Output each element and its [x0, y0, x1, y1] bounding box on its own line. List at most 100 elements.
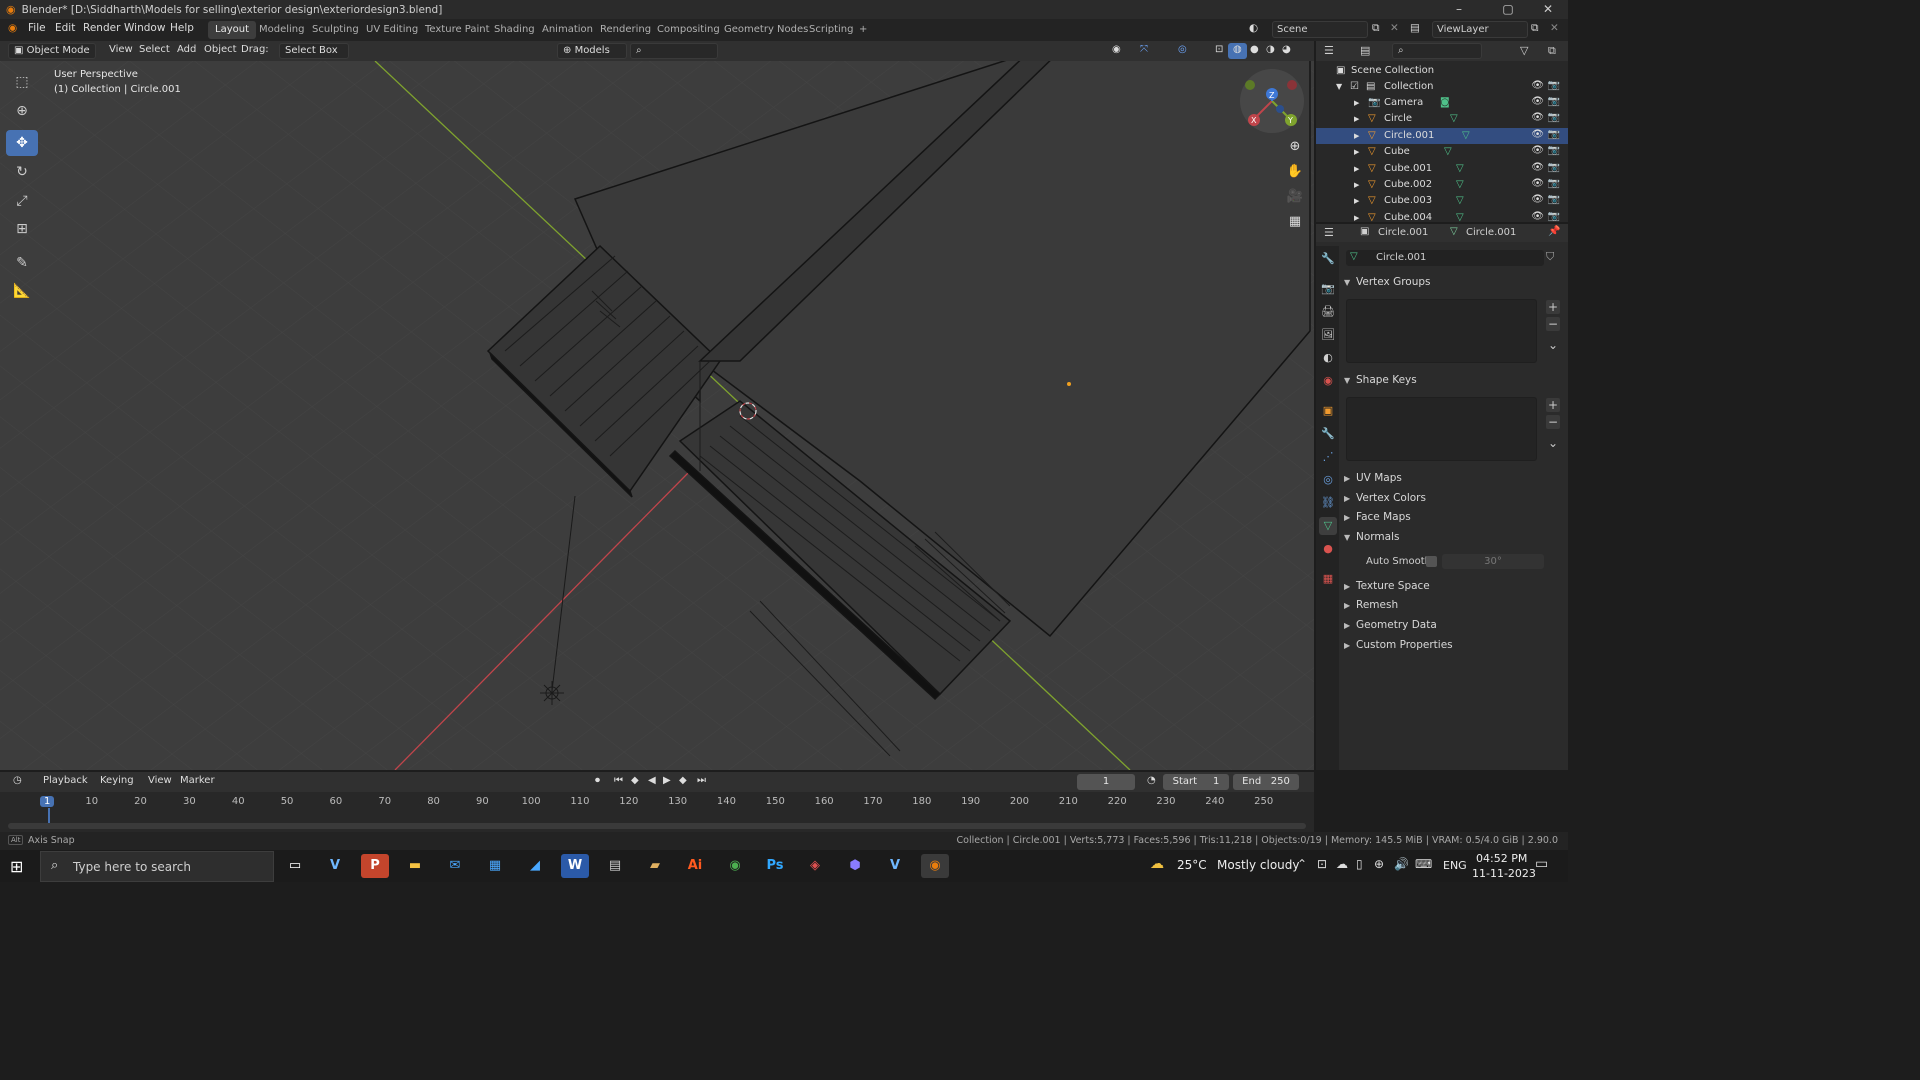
section-vertex-colors[interactable]: ▶ Vertex Colors	[1344, 492, 1564, 510]
outliner-item[interactable]: ▶ ▽ Cube.002 ▽ 👁 📷	[1316, 177, 1568, 193]
scene-tab-icon[interactable]: ◐	[1319, 349, 1337, 367]
menu-render[interactable]: Render	[83, 22, 120, 34]
tab-compositing[interactable]: Compositing	[650, 21, 727, 39]
menu-select[interactable]: Select	[134, 43, 175, 59]
eye-icon[interactable]: 👁	[1531, 162, 1544, 173]
camera-render-icon[interactable]: 📷	[1548, 145, 1560, 156]
store-icon[interactable]: ▦	[481, 854, 509, 878]
expand-arrow-icon[interactable]: ▶	[1354, 148, 1359, 156]
mesh-name-field[interactable]: ▽ Circle.001	[1346, 250, 1544, 266]
modifier-tab-icon[interactable]: 🔧	[1319, 425, 1337, 443]
menu-edit[interactable]: Edit	[55, 22, 75, 34]
maximize-button[interactable]: ▢	[1486, 0, 1530, 19]
mesh-data-icon[interactable]: ▽	[1456, 163, 1464, 174]
scene-selector[interactable]: Scene	[1272, 21, 1368, 38]
shape-keys-list[interactable]	[1346, 397, 1537, 461]
mesh-data-tab-icon[interactable]: ▽	[1319, 517, 1337, 535]
v-app-icon[interactable]: V	[321, 854, 349, 878]
eye-icon[interactable]: 👁	[1531, 194, 1544, 205]
menu-help[interactable]: Help	[170, 22, 194, 34]
search-field[interactable]: ⌕	[630, 43, 718, 59]
camera-data-icon[interactable]: ◙	[1440, 97, 1450, 108]
tab-animation[interactable]: Animation	[535, 21, 600, 39]
section-vertex-groups[interactable]: ▼ Vertex Groups	[1344, 276, 1564, 294]
menu-view[interactable]: View	[104, 43, 138, 59]
display-mode-icon[interactable]: ▤	[1360, 44, 1370, 57]
view-layer-new-icon[interactable]: ⧉	[1531, 22, 1539, 35]
battery-icon[interactable]: ▯	[1356, 857, 1363, 871]
pin-icon[interactable]: 📌	[1548, 226, 1560, 237]
timeline-scrollbar[interactable]	[8, 823, 1306, 829]
3d-viewport[interactable]: Z X Y User Perspective (1) Collection | …	[0, 61, 1314, 770]
menu-playback[interactable]: Playback	[38, 774, 93, 790]
shape-key-menu-icon[interactable]: ⌄	[1546, 436, 1560, 450]
expand-arrow-icon[interactable]: ▼	[1336, 82, 1342, 91]
menu-window[interactable]: Window	[124, 22, 165, 34]
vertex-groups-list[interactable]	[1346, 299, 1537, 363]
tray-app-icon[interactable]: ⊡	[1317, 857, 1327, 871]
transform-tool-icon[interactable]: ⊞	[6, 216, 38, 242]
add-workspace-button[interactable]: +	[852, 21, 874, 39]
notepad-icon[interactable]: ▤	[601, 854, 629, 878]
powerpoint-icon[interactable]: P	[361, 854, 389, 878]
section-shape-keys[interactable]: ▼ Shape Keys	[1344, 374, 1564, 392]
render-tab-icon[interactable]: 📷	[1319, 280, 1337, 298]
add-shape-key-button[interactable]: +	[1546, 398, 1560, 412]
windows-start-icon[interactable]: ⊞	[10, 857, 23, 876]
outliner-item[interactable]: ▶ 📷 Camera ◙ 👁 📷	[1316, 95, 1568, 111]
annotate-tool-icon[interactable]: ✎	[6, 250, 38, 276]
blender-taskbar-icon[interactable]: ◉	[921, 854, 949, 878]
section-geometry-data[interactable]: ▶ Geometry Data	[1344, 619, 1564, 637]
tab-uv-editing[interactable]: UV Editing	[359, 21, 425, 39]
app-icon[interactable]: ◢	[521, 854, 549, 878]
outliner-collection[interactable]: ▼ ☑ ▤ Collection 👁 📷	[1316, 79, 1568, 95]
eye-icon[interactable]: 👁	[1531, 112, 1544, 123]
tab-geometry-nodes[interactable]: Geometry Nodes	[717, 21, 815, 39]
rendered-shading-icon[interactable]: ◕	[1277, 43, 1296, 59]
eye-icon[interactable]: 👁	[1531, 80, 1544, 91]
menu-add[interactable]: Add	[172, 43, 201, 59]
mesh-data-icon[interactable]: ▽	[1444, 146, 1452, 157]
expand-arrow-icon[interactable]: ▶	[1354, 214, 1359, 222]
camera-render-icon[interactable]: 📷	[1548, 211, 1560, 222]
taskbar-search-box[interactable]: ⌕ Type here to search	[40, 851, 274, 882]
wireframe-shading-icon[interactable]: ◍	[1228, 43, 1247, 59]
outliner-item[interactable]: ▶ ▽ Cube.001 ▽ 👁 📷	[1316, 161, 1568, 177]
particles-tab-icon[interactable]: ⋰	[1319, 448, 1337, 466]
expand-arrow-icon[interactable]: ▶	[1354, 181, 1359, 189]
record-icon[interactable]: ⏺	[590, 774, 605, 790]
camera-view-icon[interactable]: 🎥	[1284, 186, 1306, 208]
clock-date[interactable]: 11-11-2023	[1472, 867, 1536, 880]
tab-layout[interactable]: Layout	[208, 21, 256, 39]
camera-render-icon[interactable]: 📷	[1548, 194, 1560, 205]
outliner-item[interactable]: ▶ ▽ Cube.003 ▽ 👁 📷	[1316, 193, 1568, 209]
remove-shape-key-button[interactable]: −	[1546, 415, 1560, 429]
eye-icon[interactable]: 👁	[1531, 145, 1544, 156]
clock-icon[interactable]: ◔	[1142, 774, 1161, 790]
filter-icon[interactable]: ▽	[1520, 44, 1528, 57]
v-app-2-icon[interactable]: V	[881, 854, 909, 878]
eye-icon[interactable]: 👁	[1531, 178, 1544, 189]
jump-keyframe-back-icon[interactable]: ◆	[626, 774, 644, 790]
section-remesh[interactable]: ▶ Remesh	[1344, 599, 1564, 617]
outliner-item[interactable]: ▶ ▽ Circle.001 ▽ 👁 📷	[1316, 127, 1568, 144]
camera-render-icon[interactable]: 📷	[1548, 178, 1560, 189]
minimize-button[interactable]: –	[1437, 0, 1481, 19]
measure-tool-icon[interactable]: 📐	[6, 278, 38, 304]
end-frame-field[interactable]: End 250	[1233, 774, 1299, 790]
expand-arrow-icon[interactable]: ▶	[1354, 99, 1359, 107]
zoom-icon[interactable]: ⊕	[1284, 136, 1306, 158]
camera-render-icon[interactable]: 📷	[1548, 129, 1560, 140]
constraints-tab-icon[interactable]: ⛓	[1319, 494, 1337, 512]
jump-end-icon[interactable]: ⏭	[692, 774, 711, 790]
add-vertex-group-button[interactable]: +	[1546, 300, 1560, 314]
eye-icon[interactable]: 👁	[1531, 129, 1544, 140]
mesh-data-icon[interactable]: ▽	[1456, 195, 1464, 206]
texture-tab-icon[interactable]: ▦	[1319, 570, 1337, 588]
tab-sculpting[interactable]: Sculpting	[305, 21, 366, 39]
menu-keying[interactable]: Keying	[95, 774, 139, 790]
start-frame-field[interactable]: Start 1	[1163, 774, 1229, 790]
outliner-item[interactable]: ▶ ▽ Circle ▽ 👁 📷	[1316, 111, 1568, 127]
tab-texture-paint[interactable]: Texture Paint	[418, 21, 497, 39]
task-view-icon[interactable]: ▭	[281, 854, 309, 878]
